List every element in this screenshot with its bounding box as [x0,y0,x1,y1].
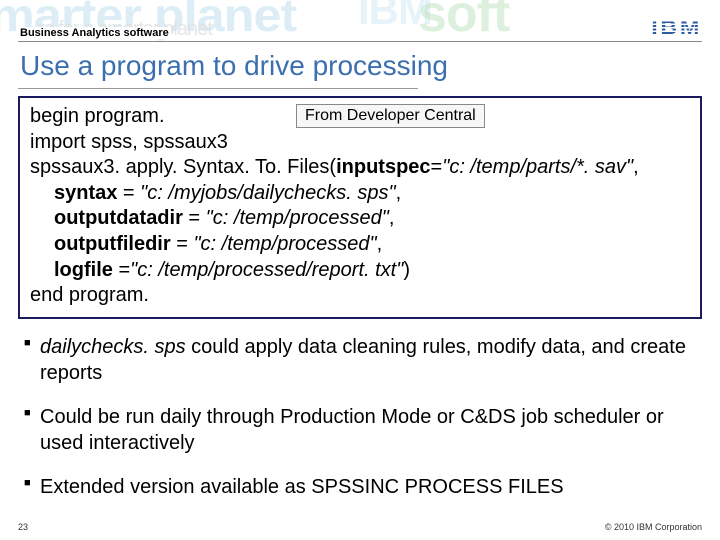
code-line-8: end program. [30,283,690,309]
code-box: begin program. import spss, spssaux3 sps… [18,96,702,319]
copyright: © 2010 IBM Corporation [605,522,702,532]
bullet-list: dailychecks. sps could apply data cleani… [24,334,696,518]
bullet-1: dailychecks. sps could apply data cleani… [24,334,696,386]
developer-central-badge: From Developer Central [296,104,485,128]
bullet-2: Could be run daily through Production Mo… [24,404,696,456]
footer: 23 © 2010 IBM Corporation [18,522,702,532]
slide: smarter planet IBM soft re for a smarter… [0,0,720,540]
page-number: 23 [18,522,28,532]
bullet-3: Extended version available as SPSSINC PR… [24,474,696,500]
code-line-7: logfile ="c: /temp/processed/report. txt… [30,258,690,284]
slide-title: Use a program to drive processing [20,50,448,82]
ibm-logo: IBM [663,18,702,39]
header-section-label: Business Analytics software [18,27,171,39]
code-line-4: syntax = "c: /myjobs/dailychecks. sps", [30,181,690,207]
title-underline [18,88,418,89]
code-line-2: import spss, spssaux3 [30,130,690,156]
code-line-5: outputdatadir = "c: /temp/processed", [30,206,690,232]
header-bar: Business Analytics software IBM [18,18,702,42]
code-line-6: outputfiledir = "c: /temp/processed", [30,232,690,258]
code-line-3: spssaux3. apply. Syntax. To. Files(input… [30,155,690,181]
ibm-logo-text: IBM [651,18,702,39]
